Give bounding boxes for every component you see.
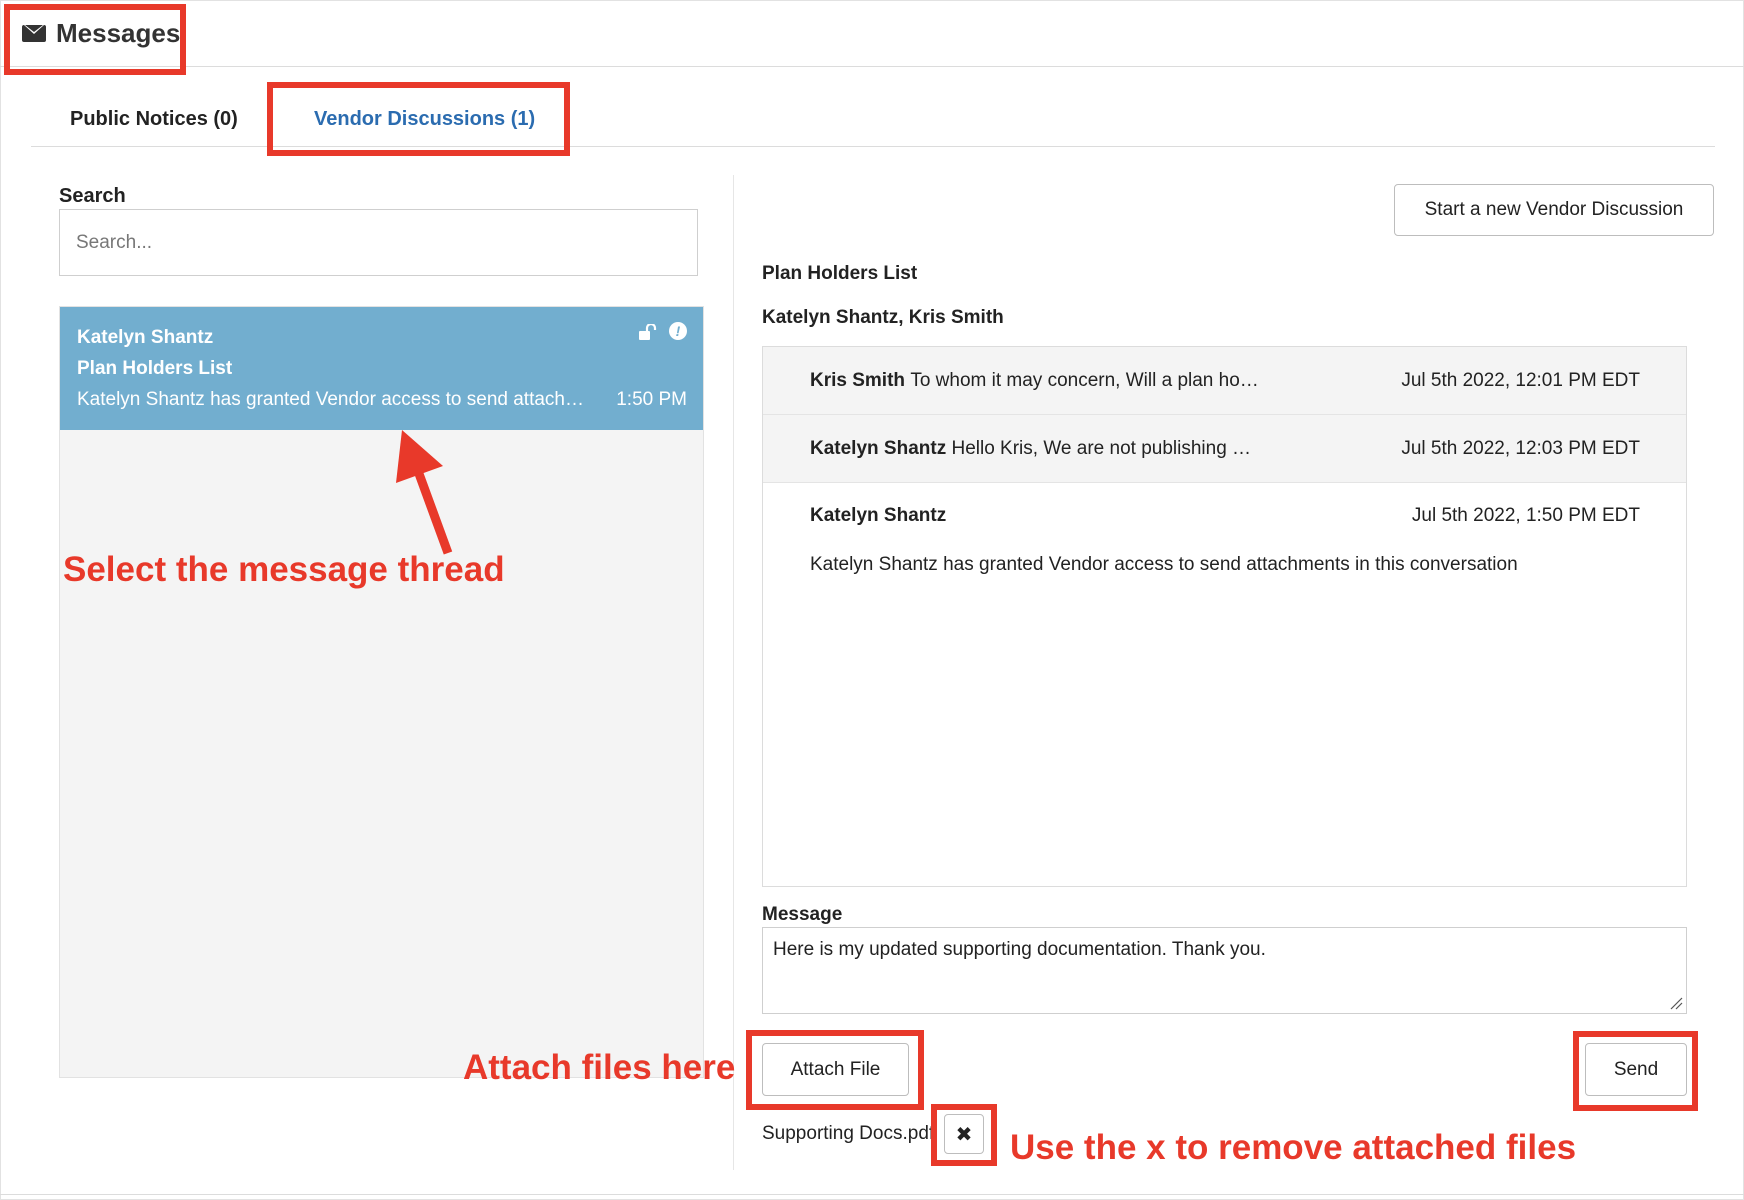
conversation-title: Plan Holders List: [762, 263, 918, 284]
message-sender: Katelyn Shantz: [810, 505, 947, 526]
message-row[interactable]: Katelyn Shantz Hello Kris, We are not pu…: [763, 415, 1686, 483]
panel-header: Messages: [0, 0, 1744, 67]
message-sender: Kris Smith: [810, 370, 906, 391]
pointer-arrow: [396, 430, 453, 555]
thread-list: Katelyn Shantz Plan Holders List Katelyn…: [59, 306, 704, 1078]
message-row[interactable]: Kris Smith To whom it may concern, Will …: [763, 347, 1686, 415]
resize-grip-icon[interactable]: [1668, 995, 1683, 1010]
unlock-icon: [639, 324, 657, 340]
message-sender: Katelyn Shantz: [810, 438, 947, 459]
message-sender-line: Katelyn Shantz Hello Kris, We are not pu…: [810, 438, 1251, 460]
envelope-icon: [22, 25, 46, 42]
thread-time: 1:50 PM: [616, 389, 687, 410]
page-title-text: Messages: [56, 18, 181, 48]
bottom-divider: [0, 1194, 1744, 1195]
message-snippet: Hello Kris, We are not publishing …: [951, 438, 1252, 459]
page-title: Messages: [22, 18, 180, 49]
message-textarea[interactable]: [762, 927, 1687, 1014]
tab-vendor-discussions[interactable]: Vendor Discussions (1): [314, 108, 535, 131]
message-snippet: To whom it may concern, Will a plan ho…: [910, 370, 1259, 391]
thread-sender: Katelyn Shantz: [77, 327, 214, 348]
tab-bar: Public Notices (0) Vendor Discussions (1…: [31, 90, 1715, 147]
message-date: Jul 5th 2022, 12:03 PM EDT: [1401, 438, 1640, 459]
thread-item-selected[interactable]: Katelyn Shantz Plan Holders List Katelyn…: [60, 307, 703, 430]
message-label: Message: [762, 904, 843, 925]
annotation-remove-files: Use the x to remove attached files: [1010, 1128, 1577, 1167]
search-label: Search: [59, 185, 126, 207]
conversation-messages: Kris Smith To whom it may concern, Will …: [762, 346, 1687, 887]
message-sender-line: Kris Smith To whom it may concern, Will …: [810, 370, 1259, 392]
new-vendor-discussion-button[interactable]: Start a new Vendor Discussion: [1394, 184, 1714, 236]
annotation-attach-files: Attach files here: [463, 1048, 736, 1087]
send-button[interactable]: Send: [1585, 1043, 1687, 1096]
column-divider: [733, 175, 734, 1170]
attach-file-button[interactable]: Attach File: [762, 1043, 909, 1096]
thread-subject: Plan Holders List: [77, 358, 233, 379]
alert-icon: !: [669, 322, 687, 340]
message-body: Katelyn Shantz has granted Vendor access…: [810, 554, 1518, 575]
tab-public-notices[interactable]: Public Notices (0): [70, 108, 238, 131]
annotation-select-thread: Select the message thread: [63, 550, 505, 589]
thread-preview: Katelyn Shantz has granted Vendor access…: [77, 389, 597, 410]
remove-attachment-button[interactable]: ✖: [944, 1114, 984, 1154]
search-input[interactable]: [59, 209, 698, 276]
message-date: Jul 5th 2022, 1:50 PM EDT: [1411, 505, 1640, 526]
conversation-participants: Katelyn Shantz, Kris Smith: [762, 307, 1004, 328]
attached-file-name: Supporting Docs.pdf: [762, 1123, 932, 1144]
message-date: Jul 5th 2022, 12:01 PM EDT: [1401, 370, 1640, 391]
